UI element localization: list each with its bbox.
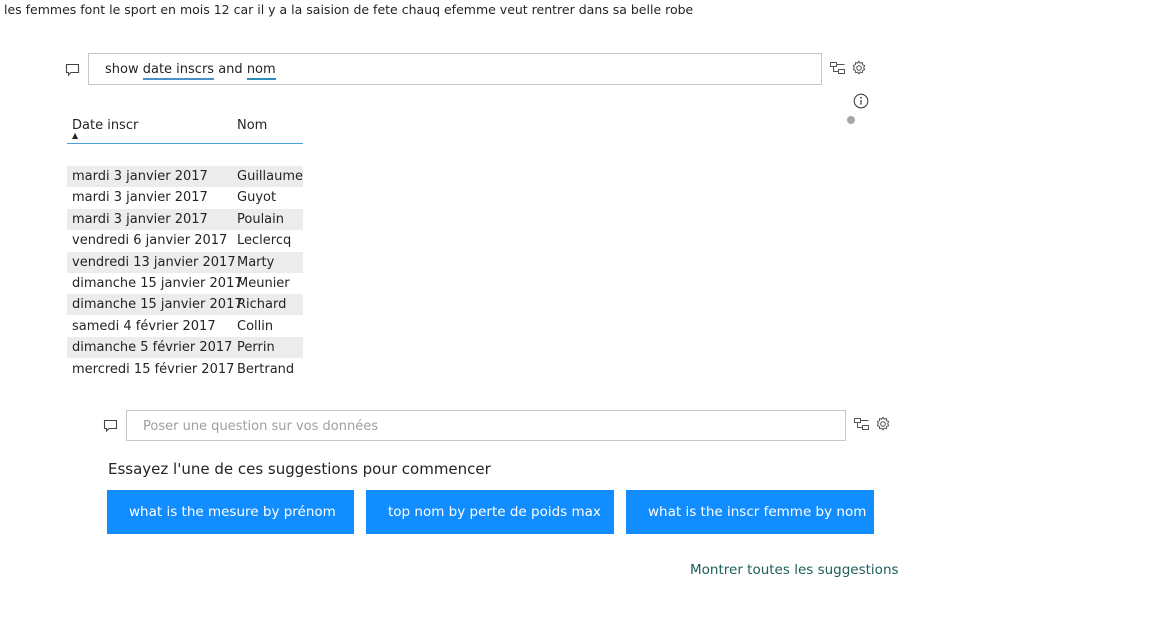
table-cell-nom: Guillaume: [237, 169, 304, 184]
column-header-nom[interactable]: Nom: [237, 118, 267, 133]
table-cell-nom: Poulain: [237, 212, 284, 227]
suggestions-title: Essayez l'une de ces suggestions pour co…: [108, 460, 491, 478]
table-cell-date: mardi 3 janvier 2017: [72, 169, 208, 184]
sort-ascending-icon[interactable]: ▲: [72, 131, 78, 140]
suggestion-button-3[interactable]: what is the inscr femme by nom: [626, 490, 874, 534]
table-cell-nom: Marty: [237, 255, 275, 270]
table-cell-date: mardi 3 janvier 2017: [72, 212, 208, 227]
table-cell-nom: Meunier: [237, 276, 290, 291]
table-cell-date: mercredi 15 février 2017: [72, 362, 235, 377]
table-cell-nom: Collin: [237, 319, 274, 334]
hierarchy-icon[interactable]: [853, 416, 871, 434]
table-cell-date: vendredi 6 janvier 2017: [72, 233, 228, 248]
gear-icon[interactable]: [874, 415, 892, 433]
comment-icon[interactable]: [103, 419, 118, 433]
table-cell-nom: Guyot: [237, 190, 277, 205]
table-cell-nom: Perrin: [237, 340, 275, 355]
table-cell-date: dimanche 15 janvier 2017: [72, 297, 243, 312]
table-cell-date: dimanche 5 février 2017: [72, 340, 233, 355]
table-cell-nom: Richard: [237, 297, 287, 312]
table-cell-date: dimanche 15 janvier 2017: [72, 276, 243, 291]
table-cell-date: vendredi 13 janvier 2017: [72, 255, 236, 270]
question-input[interactable]: Poser une question sur vos données: [126, 410, 846, 441]
table-cell-nom: Bertrand: [237, 362, 295, 377]
results-table: Date inscr ▲ Nom mardi 3 janvier 2017 Gui…: [0, 0, 1162, 400]
table-cell-date: samedi 4 février 2017: [72, 319, 216, 334]
header-underline: [67, 143, 303, 144]
suggestion-button-2[interactable]: top nom by perte de poids max: [366, 490, 614, 534]
suggestion-button-1[interactable]: what is the mesure by prénom: [107, 490, 354, 534]
question-placeholder: Poser une question sur vos données: [143, 419, 378, 434]
table-cell-date: mardi 3 janvier 2017: [72, 190, 208, 205]
show-all-suggestions-link[interactable]: Montrer toutes les suggestions: [690, 562, 899, 578]
table-cell-nom: Leclercq: [237, 233, 292, 248]
column-header-date[interactable]: Date inscr: [72, 118, 138, 133]
